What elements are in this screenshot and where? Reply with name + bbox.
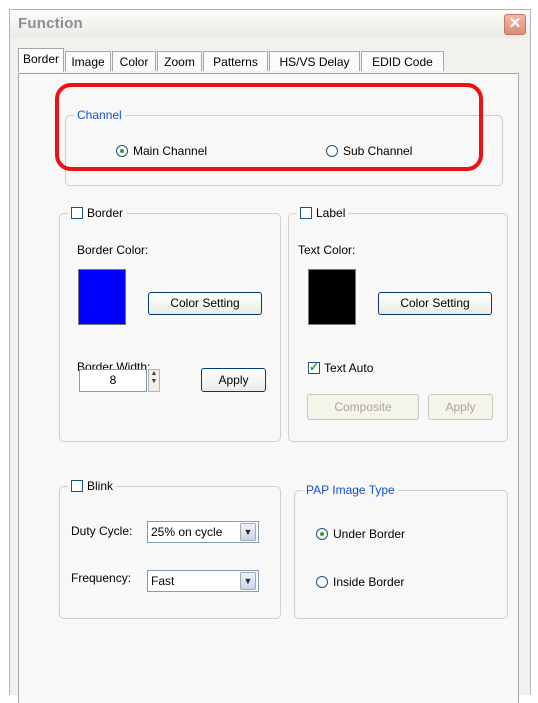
duty-cycle-value: 25% on cycle [151,525,223,539]
composite-button[interactable]: Composite [307,394,419,420]
title-bar: Function ✕ [10,10,530,38]
label-checkbox[interactable] [300,207,312,219]
label-legend[interactable]: Label [297,206,348,220]
inside-border-label: Inside Border [333,575,405,589]
tab-color[interactable]: Color [112,51,156,71]
dropdown-arrow-icon[interactable]: ▼ [240,523,256,541]
under-border-label: Under Border [333,527,406,541]
blink-checkbox-label: Blink [87,479,114,493]
under-border-radio[interactable]: Under Border [316,527,405,541]
border-legend[interactable]: Border [68,206,126,220]
channel-highlight-annotation [55,83,483,171]
label-apply-button[interactable]: Apply [428,394,493,420]
border-color-label: Border Color: [77,243,149,257]
pap-image-type-legend: PAP Image Type [306,483,395,497]
text-auto-checkbox[interactable]: Text Auto [308,360,374,375]
spin-down-icon[interactable]: ▼ [149,378,159,386]
border-apply-button[interactable]: Apply [201,368,266,392]
border-width-spinner[interactable]: ▲ ▼ [148,369,160,392]
text-color-swatch [308,269,356,325]
tab-zoom[interactable]: Zoom [157,51,202,71]
close-icon[interactable]: ✕ [504,14,526,35]
text-color-label: Text Color: [298,243,356,257]
tab-image[interactable]: Image [65,51,111,71]
border-color-setting-button[interactable]: Color Setting [148,292,262,315]
frequency-label: Frequency: [71,571,132,585]
blink-group: Blink [59,479,281,619]
tab-border[interactable]: Border [18,48,64,72]
pap-image-type-group: PAP Image Type [294,483,508,619]
blink-legend[interactable]: Blink [68,479,116,493]
tab-hs-vs-delay[interactable]: HS/VS Delay [269,51,360,71]
tab-patterns[interactable]: Patterns [203,51,268,71]
tab-edid-code[interactable]: EDID Code [361,51,444,71]
label-checkbox-label: Label [316,206,346,220]
inside-border-radio[interactable]: Inside Border [316,575,404,589]
frequency-value: Fast [151,574,175,588]
inside-border-radio-icon[interactable] [316,576,328,588]
text-auto-label: Text Auto [324,361,374,375]
border-color-swatch [78,269,126,325]
duty-cycle-label: Duty Cycle: [71,524,133,538]
border-checkbox[interactable] [71,207,83,219]
text-color-setting-button[interactable]: Color Setting [378,292,492,315]
text-auto-checkbox-icon[interactable] [308,360,320,374]
dropdown-arrow-icon[interactable]: ▼ [240,572,256,590]
border-checkbox-label: Border [87,206,124,220]
border-width-input[interactable]: 8 [79,369,147,392]
blink-checkbox[interactable] [71,480,83,492]
spin-up-icon[interactable]: ▲ [149,370,159,378]
window-title: Function [18,15,83,32]
under-border-radio-icon[interactable] [316,528,328,540]
